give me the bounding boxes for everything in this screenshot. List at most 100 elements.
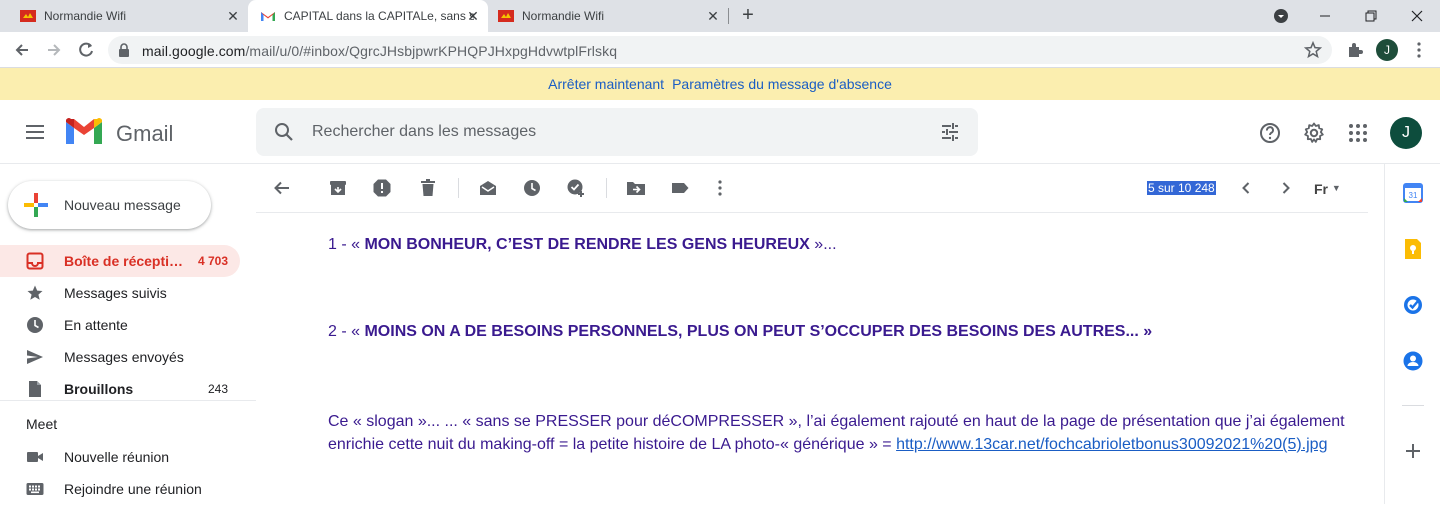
sidebar-item-count: 4 703 (197, 254, 228, 268)
video-icon (27, 452, 43, 462)
browser-toolbar: mail.google.com/mail/u/0/#inbox/QgrcJHsb… (0, 32, 1440, 68)
back-to-inbox-icon[interactable] (272, 178, 292, 198)
line-prefix: 2 - « (328, 323, 365, 340)
sidebar-item-sent[interactable]: Messages envoyés (0, 341, 240, 373)
tab-capital-gmail[interactable]: CAPITAL dans la CAPITALe, sans s ✕ (248, 0, 488, 32)
keep-notes-icon[interactable] (1402, 238, 1424, 260)
address-bar[interactable]: mail.google.com/mail/u/0/#inbox/QgrcJHsb… (108, 36, 1332, 64)
close-icon (1411, 10, 1423, 22)
url-path: /mail/u/0/#inbox/QgrcJHsbjpwrKPHQPJHxpgH… (245, 43, 618, 59)
close-window-button[interactable] (1394, 0, 1440, 32)
clock-icon (27, 317, 43, 333)
vacation-banner: Arrêter maintenant Paramètres du message… (0, 68, 1440, 100)
url-text: mail.google.com/mail/u/0/#inbox/QgrcJHsb… (142, 43, 617, 59)
settings-gear-icon[interactable] (1303, 122, 1325, 144)
input-language-selector[interactable]: Fr ▼ (1314, 181, 1341, 197)
sidebar-item-label: Nouvelle réunion (64, 449, 170, 465)
minimize-icon (1320, 15, 1330, 17)
restore-icon (1365, 10, 1377, 22)
line-bold-text: MOINS ON A DE BESOINS PERSONNELS, PLUS O… (364, 323, 1153, 340)
browser-tabstrip: Normandie Wifi ✕ CAPITAL dans la CAPITAL… (0, 0, 1440, 32)
tab-normandie-wifi-1[interactable]: Normandie Wifi ✕ (0, 0, 248, 32)
browser-menu-icon[interactable] (1410, 41, 1428, 59)
sidebar-item-snoozed[interactable]: En attente (0, 309, 240, 341)
sidebar-item-label: Rejoindre une réunion (64, 481, 202, 497)
new-tab-button[interactable]: + (738, 5, 758, 26)
compose-label: Nouveau message (64, 197, 181, 213)
star-icon (27, 285, 43, 300)
sidebar-divider (0, 400, 256, 401)
snooze-clock-icon[interactable] (522, 178, 542, 198)
gmail-wordmark[interactable]: Gmail (116, 121, 173, 147)
normandie-flag-icon (20, 10, 36, 22)
compose-plus-icon (24, 193, 48, 217)
main-menu-icon[interactable] (24, 122, 48, 142)
delete-trash-icon[interactable] (418, 178, 438, 198)
restore-button[interactable] (1348, 0, 1394, 32)
toolbar-separator (606, 178, 607, 198)
contacts-icon[interactable] (1402, 350, 1424, 372)
add-task-icon[interactable] (566, 178, 586, 198)
report-spam-icon[interactable] (372, 178, 392, 198)
sidebar-item-starred[interactable]: Messages suivis (0, 277, 240, 309)
sidebar-item-join-meeting[interactable]: Rejoindre une réunion (0, 473, 240, 505)
sidebar-item-count: 243 (207, 382, 228, 396)
tasks-icon[interactable] (1402, 294, 1424, 316)
extensions-puzzle-icon[interactable] (1346, 41, 1364, 59)
sidebar-item-label: Messages envoyés (64, 349, 184, 365)
move-to-icon[interactable] (626, 178, 646, 198)
tab-close-icon[interactable]: ✕ (226, 9, 240, 23)
reload-icon[interactable] (76, 40, 96, 60)
calendar-icon[interactable]: 31 (1402, 182, 1424, 204)
search-input[interactable] (312, 120, 912, 144)
input-language-label: Fr (1314, 181, 1328, 197)
minimize-button[interactable] (1302, 0, 1348, 32)
message-line-1: 1 - « MON BONHEUR, C’EST DE RENDRE LES G… (328, 236, 837, 254)
lock-icon[interactable] (118, 43, 130, 57)
newer-chevron-right-icon[interactable] (1276, 178, 1296, 198)
gmail-header: Gmail J (0, 100, 1440, 164)
more-options-icon[interactable] (710, 178, 730, 198)
tab-close-icon[interactable]: ✕ (466, 9, 480, 23)
chevron-down-circle-icon (1274, 9, 1288, 23)
sidebar-item-new-meeting[interactable]: Nouvelle réunion (0, 441, 240, 473)
sidebar-item-label: En attente (64, 317, 128, 333)
tab-title: Normandie Wifi (44, 9, 127, 23)
meet-heading: Meet (26, 416, 58, 432)
back-arrow-icon[interactable] (12, 40, 32, 60)
vacation-settings-link[interactable]: Paramètres du message d'absence (672, 76, 892, 92)
search-options-icon[interactable] (940, 122, 960, 142)
inbox-icon (26, 252, 44, 270)
help-icon[interactable] (1259, 122, 1281, 144)
keyboard-icon (26, 483, 44, 495)
mark-unread-icon[interactable] (478, 178, 498, 198)
bookmark-star-icon[interactable] (1304, 41, 1322, 59)
line-suffix: »... (809, 236, 837, 253)
tab-search-button[interactable] (1258, 0, 1304, 32)
label-icon[interactable] (670, 178, 690, 198)
gmail-logo-icon[interactable] (66, 118, 102, 146)
tab-title: CAPITAL dans la CAPITALe, sans s (284, 9, 474, 23)
draft-icon (29, 381, 41, 397)
sidebar-item-label: Messages suivis (64, 285, 167, 301)
account-avatar[interactable]: J (1390, 117, 1422, 149)
compose-button[interactable]: Nouveau message (8, 181, 211, 229)
tab-close-icon[interactable]: ✕ (706, 9, 720, 23)
toolbar-separator (458, 178, 459, 198)
message-paragraph: Ce « slogan »... ... « sans se PRESSER p… (328, 410, 1368, 456)
chevron-down-icon: ▼ (1331, 183, 1341, 193)
browser-profile-avatar[interactable]: J (1376, 39, 1398, 61)
forward-arrow-icon[interactable] (44, 40, 64, 60)
stop-vacation-link[interactable]: Arrêter maintenant (548, 76, 664, 92)
photo-link[interactable]: http://www.13car.net/fochcabrioletbonus3… (896, 436, 1327, 453)
normandie-flag-icon (498, 10, 514, 22)
search-icon[interactable] (274, 122, 294, 142)
older-chevron-left-icon[interactable] (1236, 178, 1256, 198)
add-addon-plus-icon[interactable] (1402, 440, 1424, 462)
tab-normandie-wifi-2[interactable]: Normandie Wifi ✕ (488, 0, 728, 32)
tab-title: Normandie Wifi (522, 9, 605, 23)
gmail-favicon-icon (261, 12, 275, 21)
apps-grid-icon[interactable] (1347, 122, 1369, 144)
archive-icon[interactable] (328, 178, 348, 198)
sidebar-item-inbox[interactable]: Boîte de récepti… 4 703 (0, 245, 240, 277)
